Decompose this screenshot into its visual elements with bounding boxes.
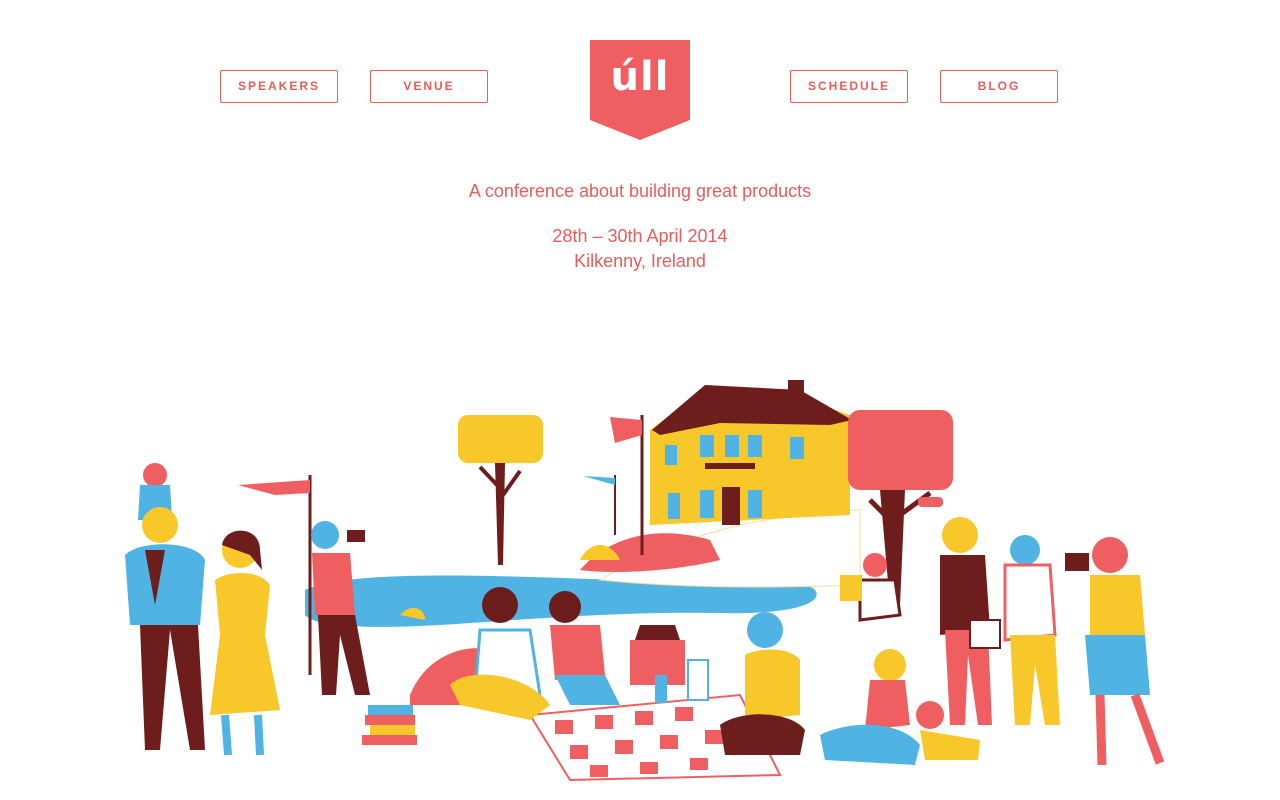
nav-venue-button[interactable]: VENUE <box>370 70 488 103</box>
people-right-icon <box>820 517 1165 766</box>
nav-blog-button[interactable]: BLOG <box>940 70 1058 103</box>
logo-link[interactable]: úll <box>590 40 690 140</box>
event-location: Kilkenny, Ireland <box>574 251 706 271</box>
family-icon <box>125 463 280 756</box>
tagline: A conference about building great produc… <box>468 181 812 201</box>
nav-schedule-button[interactable]: SCHEDULE <box>790 70 908 103</box>
picnic-illustration-icon <box>125 380 1165 782</box>
logo-text: úll <box>610 54 670 100</box>
event-dates: 28th – 30th April 2014 <box>552 226 728 246</box>
page: SPEAKERS VENUE SCHEDULE BLOG úll A confe… <box>0 0 1280 800</box>
nav-speakers-button[interactable]: SPEAKERS <box>220 70 338 103</box>
house-icon <box>650 380 852 525</box>
